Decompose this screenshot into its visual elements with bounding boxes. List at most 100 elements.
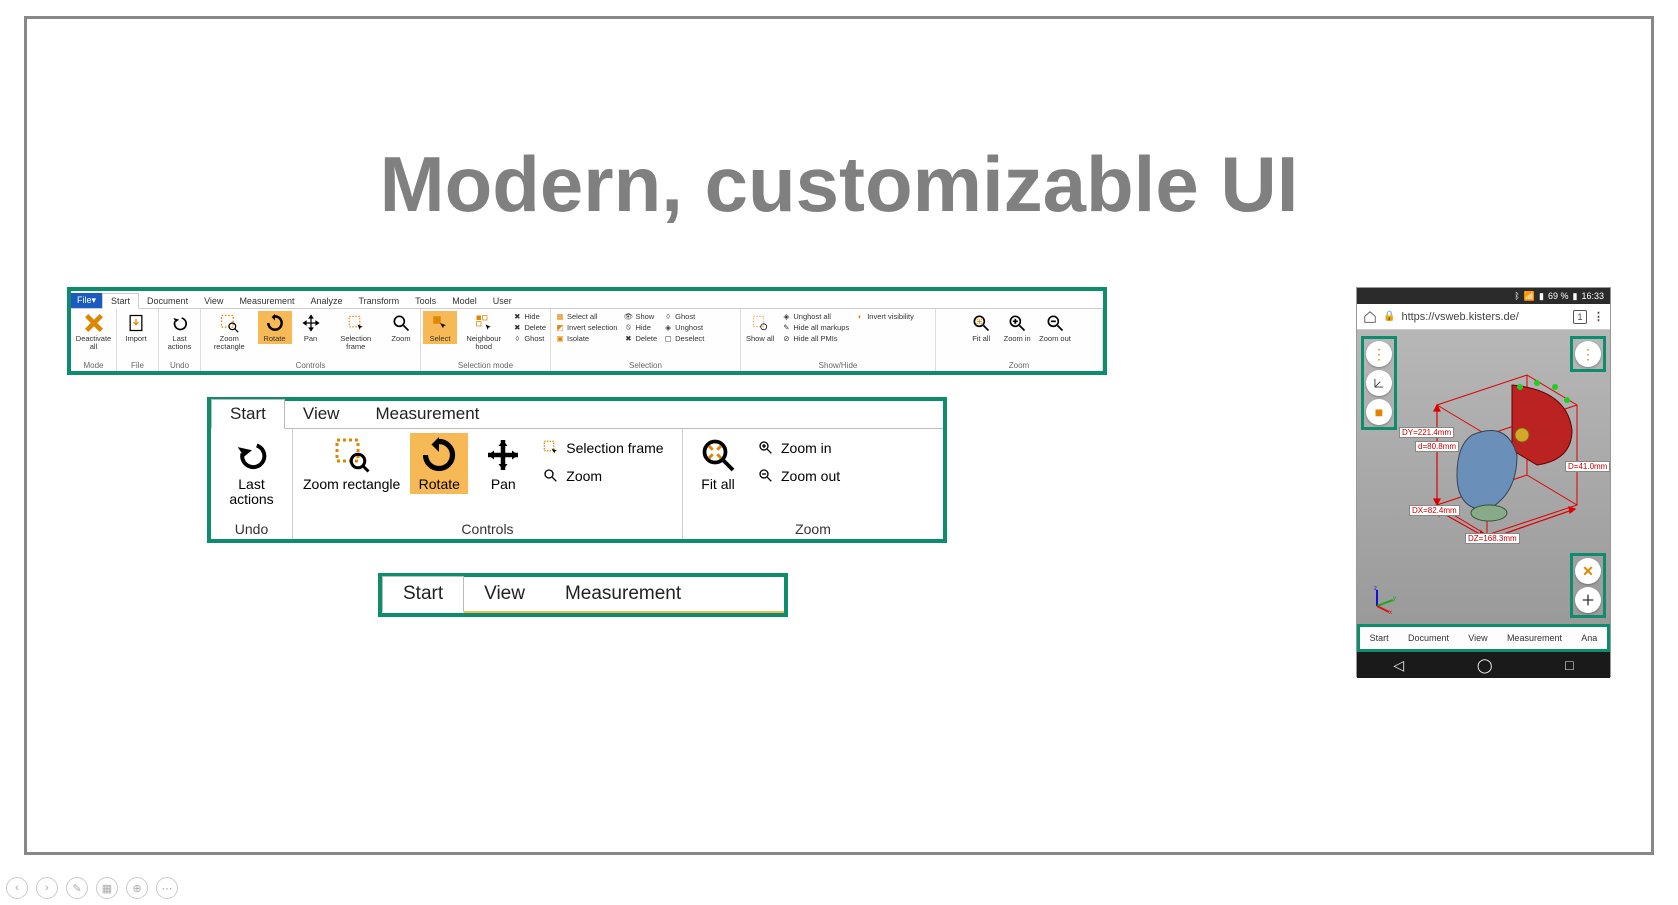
deselect-button[interactable]: ▢Deselect: [661, 333, 706, 343]
fit-all-button[interactable]: Fit all: [689, 433, 747, 494]
measure-D: D=41.0mm: [1565, 461, 1610, 472]
show-all-button[interactable]: Show all: [743, 311, 777, 344]
tab-transform[interactable]: Transform: [351, 294, 408, 308]
mobile-statusbar: ᛒ 📶 ▮ 69 % ▮ 16:33: [1357, 288, 1610, 304]
delete-icon: ✖: [512, 322, 522, 332]
pan-button[interactable]: Pan: [474, 433, 532, 494]
invert-selection-button[interactable]: ◩Invert selection: [553, 322, 619, 332]
unghost-button[interactable]: ◈Unghost: [661, 322, 706, 332]
zoom-out-button[interactable]: Zoom out: [1036, 311, 1074, 344]
deselect-icon: ▢: [663, 333, 673, 343]
select-button[interactable]: Select: [423, 311, 457, 344]
box-button[interactable]: ■: [1366, 399, 1392, 425]
url-text[interactable]: https://vsweb.kisters.de/: [1401, 311, 1567, 323]
select-all-button[interactable]: ▦Select all: [553, 311, 619, 321]
tab-view[interactable]: View: [196, 294, 231, 308]
nav-recent-icon[interactable]: □: [1565, 657, 1573, 673]
wifi-icon: 📶: [1524, 291, 1535, 302]
rotate-button[interactable]: Rotate: [410, 433, 468, 494]
selection-frame-icon: [345, 312, 367, 334]
menu-button[interactable]: ⋮: [1366, 341, 1392, 367]
more-button[interactable]: ⋮: [1575, 341, 1601, 367]
axis-button[interactable]: [1366, 370, 1392, 396]
fit-all-icon: [698, 435, 738, 475]
more-button[interactable]: ⋯: [156, 877, 178, 899]
pan-button[interactable]: Pan: [294, 311, 328, 344]
mtab-analyze[interactable]: Ana: [1581, 633, 1597, 643]
ghost-button[interactable]: ◊Ghost: [661, 311, 706, 321]
deactivate-all-button[interactable]: Deactivate all: [73, 311, 114, 351]
nav-home-icon[interactable]: ◯: [1477, 657, 1493, 674]
zoom-rectangle-button[interactable]: Zoom rectangle: [299, 433, 404, 494]
home-icon[interactable]: [1363, 310, 1377, 324]
neighbour-icon: [473, 312, 495, 334]
mtab-document[interactable]: Document: [1408, 633, 1449, 643]
hide-pmis-button[interactable]: ⊘Hide all PMIs: [779, 333, 851, 343]
mtab-view[interactable]: View: [1468, 633, 1487, 643]
invert-visibility-button[interactable]: ◐Invert visibility: [853, 311, 916, 321]
close-button[interactable]: ✕: [1575, 558, 1601, 584]
prev-slide-button[interactable]: ‹: [6, 877, 28, 899]
isolate-button[interactable]: ▣Isolate: [553, 333, 619, 343]
last-actions-button[interactable]: Last actions: [161, 311, 198, 351]
neighbourhood-button[interactable]: Neighbour hood: [459, 311, 508, 351]
zoom-rectangle-button[interactable]: Zoom rectangle: [203, 311, 256, 351]
battery-text: 69 %: [1548, 291, 1569, 301]
hide-mode-button[interactable]: ✖Hide: [510, 311, 548, 321]
tab-start[interactable]: Start: [382, 576, 464, 613]
nav-back-icon[interactable]: ◁: [1393, 657, 1404, 674]
zoom-icon: [542, 467, 560, 485]
group-controls-label: Controls: [203, 360, 418, 370]
slide-frame: Modern, customizable UI File▾ Start Docu…: [24, 16, 1654, 855]
delete-button[interactable]: ✖Delete: [621, 333, 659, 343]
zoom-button[interactable]: Zoom: [384, 311, 418, 344]
tab-tools[interactable]: Tools: [407, 294, 444, 308]
rotate-button[interactable]: Rotate: [258, 311, 292, 344]
more-icon[interactable]: ⋮: [1593, 310, 1604, 323]
mobile-tools-left: ⋮ ■: [1361, 336, 1397, 430]
view-button[interactable]: ▦: [96, 877, 118, 899]
tab-measurement[interactable]: Measurement: [231, 294, 302, 308]
tab-start[interactable]: Start: [102, 293, 139, 309]
invert-sel-icon: ◩: [555, 322, 565, 332]
import-button[interactable]: Import: [119, 311, 153, 344]
move-button[interactable]: [1575, 587, 1601, 613]
pan-icon: [300, 312, 322, 334]
zoom-in-button[interactable]: Zoom in: [753, 437, 844, 459]
mtab-start[interactable]: Start: [1370, 633, 1389, 643]
zoom-button[interactable]: ⊕: [126, 877, 148, 899]
tab-analyze[interactable]: Analyze: [302, 294, 350, 308]
hide-markups-button[interactable]: ✎Hide all markups: [779, 322, 851, 332]
group-zoom-label: Zoom: [689, 519, 937, 537]
tab-user[interactable]: User: [485, 294, 520, 308]
show-button[interactable]: 👁Show: [621, 311, 659, 321]
tab-measurement[interactable]: Measurement: [545, 577, 701, 611]
last-actions-button[interactable]: Last actions: [217, 433, 286, 508]
delete-mode-button[interactable]: ✖Delete: [510, 322, 548, 332]
zoom-button[interactable]: Zoom: [538, 465, 667, 487]
pen-button[interactable]: ✎: [66, 877, 88, 899]
fit-all-button[interactable]: Fit all: [964, 311, 998, 344]
tab-document[interactable]: Document: [139, 294, 196, 308]
tab-view[interactable]: View: [464, 577, 545, 611]
zoom-in-icon: [757, 439, 775, 457]
unghost-all-button[interactable]: ◈Unghost all: [779, 311, 851, 321]
mtab-measurement[interactable]: Measurement: [1507, 633, 1562, 643]
ghost-mode-button[interactable]: ◊Ghost: [510, 333, 548, 343]
tab-model[interactable]: Model: [444, 294, 485, 308]
model-graphic: DY=221.4mm d=80.8mm DX=82.4mm DZ=168.3mm…: [1417, 365, 1587, 545]
tab-measurement[interactable]: Measurement: [357, 400, 497, 428]
selection-frame-button[interactable]: Selection frame: [330, 311, 383, 351]
selection-frame-button[interactable]: Selection frame: [538, 437, 667, 459]
bluetooth-icon: ᛒ: [1514, 291, 1519, 301]
file-menu[interactable]: File▾: [71, 293, 102, 308]
next-slide-button[interactable]: ›: [36, 877, 58, 899]
mobile-3d-viewport[interactable]: ⋮ ■ ⋮ ✕: [1357, 330, 1610, 624]
tab-view[interactable]: View: [285, 400, 358, 428]
show-all-icon: [749, 312, 771, 334]
tab-start[interactable]: Start: [211, 399, 285, 429]
zoom-out-button[interactable]: Zoom out: [753, 465, 844, 487]
hide-button[interactable]: ⦸Hide: [621, 322, 659, 332]
tab-count[interactable]: 1: [1573, 310, 1587, 324]
zoom-in-button[interactable]: Zoom in: [1000, 311, 1034, 344]
